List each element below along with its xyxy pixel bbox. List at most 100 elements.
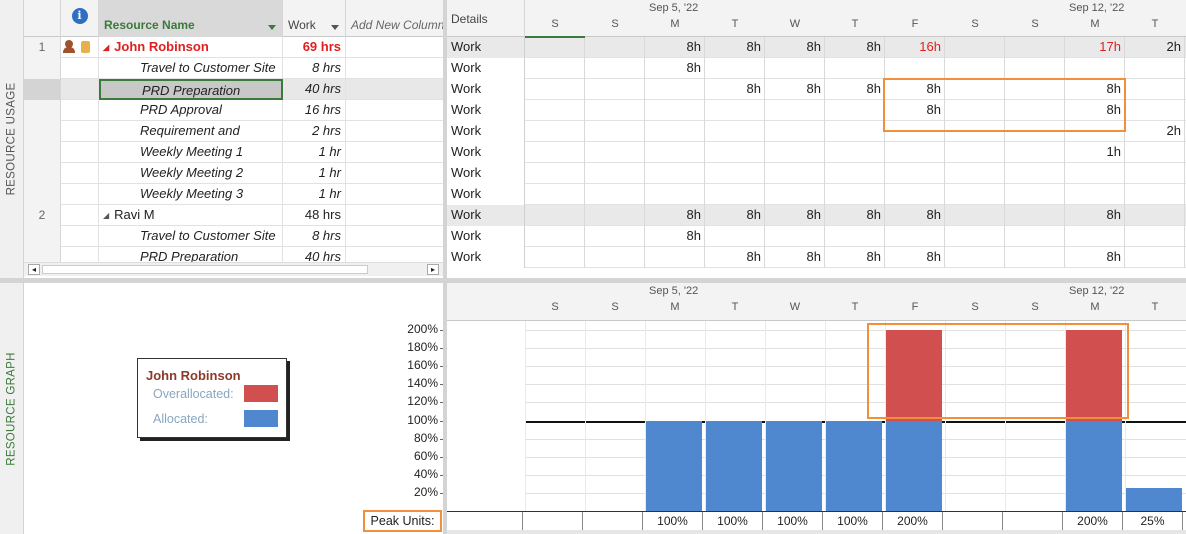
resource-name-cell[interactable]: Weekly Meeting 3 [99, 184, 283, 205]
usage-cell[interactable] [525, 142, 585, 163]
sheet-hscrollbar[interactable]: ◂ ▸ [24, 262, 444, 276]
usage-cell[interactable] [825, 100, 885, 121]
usage-cell[interactable] [585, 79, 645, 100]
usage-cell[interactable] [525, 100, 585, 121]
scroll-right-icon[interactable]: ▸ [427, 264, 439, 275]
work-cell[interactable]: 8 hrs [283, 58, 346, 79]
usage-cell[interactable] [945, 184, 1005, 205]
work-cell[interactable]: 1 hr [283, 184, 346, 205]
usage-cell[interactable] [765, 121, 825, 142]
usage-cell[interactable] [765, 163, 825, 184]
usage-cell[interactable] [645, 247, 705, 268]
table-row[interactable]: Requirement and 2 hrs [24, 121, 444, 142]
usage-cell[interactable]: 8h [1065, 247, 1125, 268]
usage-cell[interactable] [1065, 163, 1125, 184]
usage-cell[interactable]: 8h [825, 37, 885, 58]
usage-cell[interactable] [825, 142, 885, 163]
usage-cell[interactable]: 8h [705, 79, 765, 100]
resource-name-cell[interactable]: Requirement and [99, 121, 283, 142]
usage-cell[interactable] [885, 226, 945, 247]
usage-cell[interactable] [705, 58, 765, 79]
add-column-cell[interactable] [346, 79, 444, 100]
usage-cell[interactable] [765, 58, 825, 79]
resource-graph-view-label[interactable]: RESOURCE GRAPH [0, 283, 24, 534]
table-row[interactable]: Weekly Meeting 3 1 hr [24, 184, 444, 205]
table-row[interactable]: Travel to Customer Site 8 hrs [24, 226, 444, 247]
usage-cell[interactable] [525, 247, 585, 268]
work-cell[interactable]: 1 hr [283, 163, 346, 184]
work-cell[interactable]: 69 hrs [283, 37, 346, 58]
resource-name-cell[interactable]: Weekly Meeting 2 [99, 163, 283, 184]
table-row[interactable]: 1 ◢ John Robinson 69 hrs [24, 37, 444, 58]
table-row[interactable]: 2 ◢ Ravi M 48 hrs [24, 205, 444, 226]
usage-cell[interactable] [585, 205, 645, 226]
resource-name-cell[interactable]: ◢ Ravi M [99, 205, 283, 226]
collapse-toggle-icon[interactable]: ◢ [103, 38, 109, 58]
work-cell[interactable]: 48 hrs [283, 205, 346, 226]
usage-cell[interactable]: 8h [705, 37, 765, 58]
header-indicators[interactable]: i [61, 0, 99, 37]
usage-cell[interactable] [885, 184, 945, 205]
usage-cell[interactable] [765, 142, 825, 163]
usage-cell[interactable]: 8h [765, 205, 825, 226]
graph-hscrollbar[interactable] [447, 530, 1186, 534]
usage-cell[interactable] [885, 163, 945, 184]
filter-dropdown-icon[interactable] [331, 25, 339, 30]
filter-dropdown-icon[interactable] [268, 25, 276, 30]
usage-cell[interactable] [645, 100, 705, 121]
usage-cell[interactable]: 8h [765, 37, 825, 58]
usage-cell[interactable] [705, 142, 765, 163]
usage-cell[interactable] [645, 121, 705, 142]
usage-cell[interactable] [945, 37, 1005, 58]
usage-cell[interactable] [945, 58, 1005, 79]
usage-cell[interactable] [525, 121, 585, 142]
usage-cell[interactable] [705, 121, 765, 142]
usage-cell[interactable] [525, 184, 585, 205]
usage-cell[interactable] [705, 226, 765, 247]
usage-cell[interactable]: 8h [885, 205, 945, 226]
usage-cell[interactable]: 8h [645, 37, 705, 58]
usage-cell[interactable] [525, 58, 585, 79]
usage-cell[interactable] [525, 163, 585, 184]
usage-cell[interactable]: 8h [825, 205, 885, 226]
add-column-cell[interactable] [346, 142, 444, 163]
work-cell[interactable]: 2 hrs [283, 121, 346, 142]
usage-cell[interactable]: 8h [765, 247, 825, 268]
usage-cell[interactable] [705, 163, 765, 184]
usage-cell[interactable] [1125, 184, 1185, 205]
usage-cell[interactable] [525, 205, 585, 226]
work-cell[interactable]: 16 hrs [283, 100, 346, 121]
usage-cell[interactable] [645, 79, 705, 100]
resource-name-cell[interactable]: Weekly Meeting 1 [99, 142, 283, 163]
usage-cell[interactable] [585, 121, 645, 142]
resource-name-cell[interactable]: Travel to Customer Site [99, 226, 283, 247]
usage-cell[interactable] [585, 58, 645, 79]
usage-cell[interactable] [825, 184, 885, 205]
usage-cell[interactable] [1065, 184, 1125, 205]
usage-cell[interactable] [585, 142, 645, 163]
usage-cell[interactable]: 8h [705, 205, 765, 226]
usage-cell[interactable]: 8h [825, 79, 885, 100]
usage-cell[interactable] [1005, 163, 1065, 184]
usage-cell[interactable] [585, 184, 645, 205]
usage-cell[interactable] [585, 163, 645, 184]
resource-name-cell[interactable]: ◢ John Robinson [99, 37, 283, 58]
usage-cell[interactable] [1005, 247, 1065, 268]
usage-cell[interactable] [645, 184, 705, 205]
add-column-cell[interactable] [346, 226, 444, 247]
add-column-cell[interactable] [346, 58, 444, 79]
usage-cell[interactable] [945, 226, 1005, 247]
collapse-toggle-icon[interactable]: ◢ [103, 206, 109, 226]
usage-cell[interactable]: 8h [825, 247, 885, 268]
add-column-cell[interactable] [346, 184, 444, 205]
usage-cell[interactable] [705, 184, 765, 205]
usage-cell[interactable] [1125, 58, 1185, 79]
table-row[interactable]: Weekly Meeting 1 1 hr [24, 142, 444, 163]
usage-cell[interactable] [525, 37, 585, 58]
usage-cell[interactable] [1005, 226, 1065, 247]
header-resource-name[interactable]: Resource Name [99, 0, 283, 37]
add-column-cell[interactable] [346, 121, 444, 142]
add-column-cell[interactable] [346, 205, 444, 226]
usage-cell[interactable] [1005, 58, 1065, 79]
usage-cell[interactable] [525, 226, 585, 247]
